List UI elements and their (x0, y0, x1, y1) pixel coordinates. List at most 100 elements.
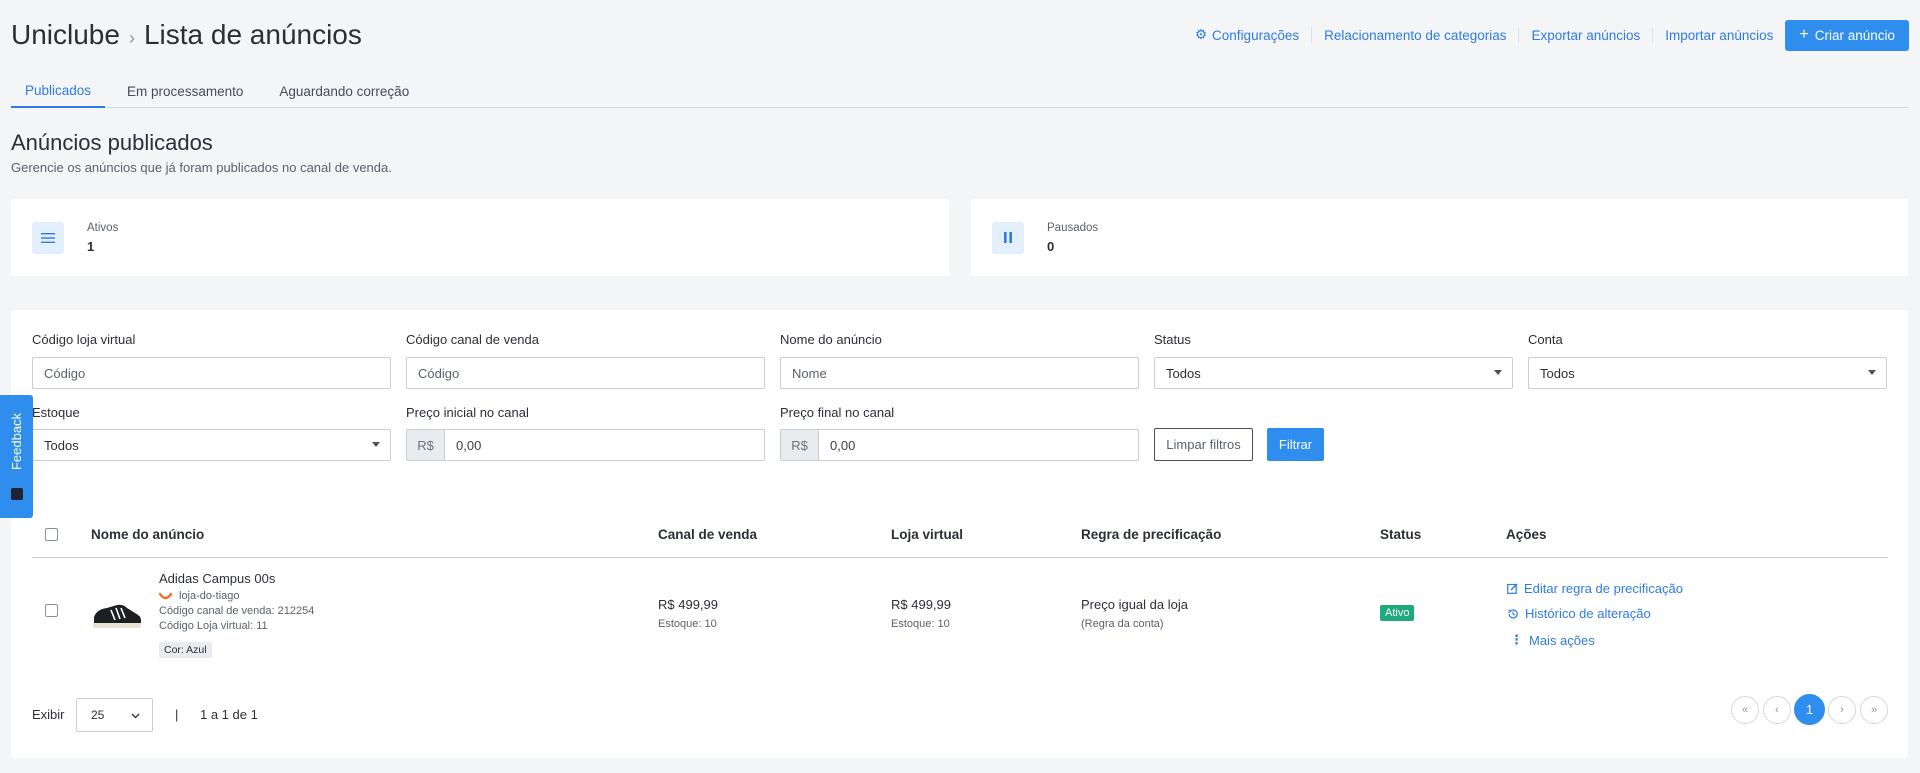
store-price: R$ 499,99 (891, 597, 951, 612)
column-header-rule[interactable]: Regra de precificação (1081, 527, 1221, 542)
list-icon (32, 221, 64, 254)
variant-tag: Cor: Azul (159, 642, 212, 658)
column-header-channel[interactable]: Canal de venda (658, 527, 757, 542)
ad-name-placeholder: Nome (792, 365, 827, 381)
filter-button[interactable]: Filtrar (1267, 428, 1324, 461)
breadcrumb-separator: › (128, 27, 135, 48)
table-header-divider (32, 557, 1888, 558)
product-name[interactable]: Adidas Campus 00s (159, 571, 275, 586)
more-vertical-icon: ⋮ (1510, 632, 1523, 647)
export-ads-link[interactable]: Exportar anúncios (1519, 27, 1654, 43)
settings-link[interactable]: ⚙ Configurações (1183, 27, 1313, 43)
stat-card-paused[interactable]: Pausados 0 (971, 199, 1908, 276)
results-range: 1 a 1 de 1 (200, 707, 258, 722)
store-stock: Estoque: 10 (891, 618, 950, 630)
list-icon-svg (41, 232, 55, 243)
breadcrumb-current: Lista de anúncios (143, 19, 362, 50)
clear-filters-button[interactable]: Limpar filtros (1154, 428, 1253, 461)
channel-code-label: Código canal de venda (406, 332, 539, 347)
column-header-status[interactable]: Status (1380, 527, 1421, 542)
breadcrumb-brand[interactable]: Uniclube (11, 19, 120, 51)
channel-code-input[interactable]: Código (406, 357, 765, 389)
store-code-label: Código loja virtual (32, 332, 136, 347)
price-start-label: Preço inicial no canal (406, 405, 529, 420)
channel-price: R$ 499,99 (658, 597, 718, 612)
category-relation-link[interactable]: Relacionamento de categorias (1312, 27, 1520, 43)
stat-paused-label: Pausados (1047, 221, 1099, 234)
row-checkbox[interactable] (45, 604, 58, 617)
price-end-value: 0,00 (830, 437, 856, 453)
footer-separator: | (175, 707, 179, 722)
pricing-rule: Preço igual da loja (1081, 597, 1188, 612)
price-start-prefix: R$ (407, 430, 445, 460)
pagination-page-1[interactable]: 1 (1794, 694, 1825, 725)
pagination-first-button[interactable]: « (1731, 696, 1759, 724)
product-store-name: loja-do-tiago (179, 590, 240, 602)
stat-active-text: Ativos 1 (87, 222, 118, 254)
pricing-rule-note: (Regra da conta) (1081, 618, 1164, 630)
gear-icon: ⚙ (1194, 27, 1208, 42)
status-select[interactable]: Todos (1154, 357, 1513, 389)
tabs: Publicados Em processamento Aguardando c… (11, 74, 1909, 108)
settings-label: Configurações (1212, 27, 1300, 43)
price-end-input[interactable]: R$ 0,00 (780, 429, 1139, 461)
section-description: Gerencie os anúncios que já foram public… (11, 160, 392, 175)
page-header: Uniclube › Lista de anúncios ⚙ Configura… (11, 14, 1909, 56)
tab-published[interactable]: Publicados (11, 74, 106, 108)
history-icon (1508, 608, 1518, 619)
pagination-prev-button[interactable]: ‹ (1763, 696, 1791, 724)
create-ad-button[interactable]: + Criar anúncio (1785, 19, 1909, 51)
history-link[interactable]: Histórico de alteração (1507, 606, 1651, 621)
price-start-value: 0,00 (456, 437, 482, 453)
more-actions-link[interactable]: ⋮ Mais ações (1510, 632, 1595, 648)
chevron-down-icon (1868, 370, 1876, 375)
column-header-store[interactable]: Loja virtual (891, 527, 963, 542)
stat-paused-value: 0 (1047, 238, 1055, 254)
stock-select[interactable]: Todos (32, 429, 391, 461)
account-select-value: Todos (1540, 365, 1575, 381)
pagination-next-button[interactable]: › (1828, 696, 1856, 724)
stock-select-value: Todos (44, 437, 79, 453)
column-header-name[interactable]: Nome do anúncio (91, 527, 204, 542)
plus-icon: + (1799, 26, 1809, 43)
select-all-checkbox[interactable] (45, 528, 58, 541)
stat-active-value: 1 (87, 238, 95, 254)
ad-name-input[interactable]: Nome (780, 357, 1139, 389)
account-filter-label: Conta (1528, 332, 1563, 347)
tab-awaiting-fix[interactable]: Aguardando correção (265, 74, 423, 108)
ad-name-label: Nome do anúncio (780, 332, 882, 347)
stock-filter-label: Estoque (32, 405, 80, 420)
price-end-prefix: R$ (781, 430, 819, 460)
product-channel-code: Código canal de venda: 212254 (159, 605, 315, 617)
stat-active-label: Ativos (87, 221, 119, 234)
stat-card-active[interactable]: Ativos 1 (11, 199, 949, 276)
feedback-tab[interactable]: Feedback (0, 395, 33, 518)
price-start-input[interactable]: R$ 0,00 (406, 429, 765, 461)
tab-processing[interactable]: Em processamento (113, 74, 257, 108)
chevron-down-icon (131, 713, 140, 719)
page-size-select[interactable]: 25 (76, 698, 153, 732)
product-thumbnail (93, 604, 141, 628)
feedback-label: Feedback (9, 412, 24, 471)
channel-code-placeholder: Código (418, 365, 460, 381)
account-select[interactable]: Todos (1528, 357, 1887, 389)
store-code-input[interactable]: Código (32, 357, 391, 389)
create-ad-label: Criar anúncio (1814, 27, 1895, 43)
store-smile-icon (159, 592, 172, 600)
page-size-value: 25 (91, 708, 105, 722)
edit-pricing-rule-label: Editar regra de precificação (1524, 581, 1683, 596)
store-code-placeholder: Código (44, 365, 86, 381)
edit-pricing-rule-link[interactable]: Editar regra de precificação (1507, 581, 1683, 596)
status-select-value: Todos (1166, 365, 1201, 381)
channel-stock: Estoque: 10 (658, 618, 717, 630)
show-label: Exibir (32, 707, 65, 722)
stat-paused-text: Pausados 0 (1047, 222, 1098, 254)
pause-icon (992, 221, 1024, 254)
page-title: Uniclube › Lista de anúncios (11, 19, 362, 51)
section-title: Anúncios publicados (11, 130, 213, 155)
pause-icon-svg (1004, 232, 1012, 243)
more-actions-label: Mais ações (1529, 632, 1595, 648)
chevron-down-icon (372, 442, 380, 447)
import-ads-link[interactable]: Importar anúncios (1653, 28, 1785, 43)
pagination-last-button[interactable]: » (1860, 696, 1888, 724)
